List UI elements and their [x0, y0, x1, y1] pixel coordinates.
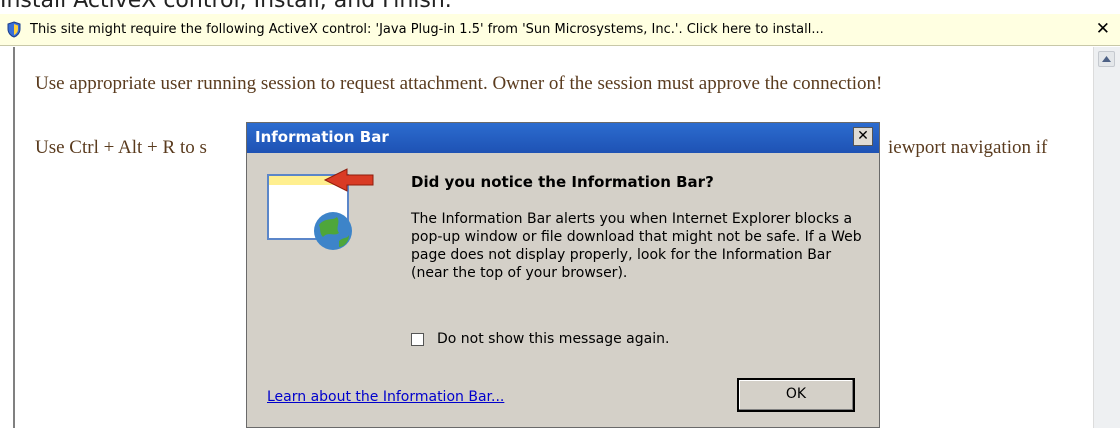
chevron-up-icon: [1102, 56, 1111, 62]
infobar-message[interactable]: This site might require the following Ac…: [30, 22, 824, 37]
infobar-close-icon[interactable]: ✕: [1096, 19, 1110, 39]
dont-show-again-checkbox[interactable]: [411, 333, 424, 346]
information-bar-dialog: Information Bar ✕ Did you notice the Inf…: [246, 122, 880, 428]
information-bar-illustration-icon: [267, 168, 374, 250]
dialog-close-button[interactable]: ✕: [853, 127, 873, 146]
scroll-up-button[interactable]: [1098, 51, 1115, 67]
dialog-titlebar[interactable]: Information Bar ✕: [247, 123, 879, 153]
vertical-scrollbar[interactable]: [1093, 47, 1120, 428]
shield-icon: [7, 21, 21, 38]
page-text-line-end: iewport navigation if: [888, 137, 1048, 158]
dialog-title: Information Bar: [255, 128, 389, 146]
checkbox-label[interactable]: Do not show this message again.: [437, 331, 669, 347]
page-text-line-start: Use Ctrl + Alt + R to s: [35, 137, 207, 158]
dialog-body-text: The Information Bar alerts you when Inte…: [411, 211, 862, 281]
learn-more-link[interactable]: Learn about the Information Bar...: [267, 389, 504, 405]
ok-button[interactable]: OK: [737, 378, 855, 412]
page-text-line: Use appropriate user running session to …: [35, 73, 883, 94]
information-bar[interactable]: This site might require the following Ac…: [0, 14, 1120, 46]
dialog-heading: Did you notice the Information Bar?: [411, 173, 714, 191]
